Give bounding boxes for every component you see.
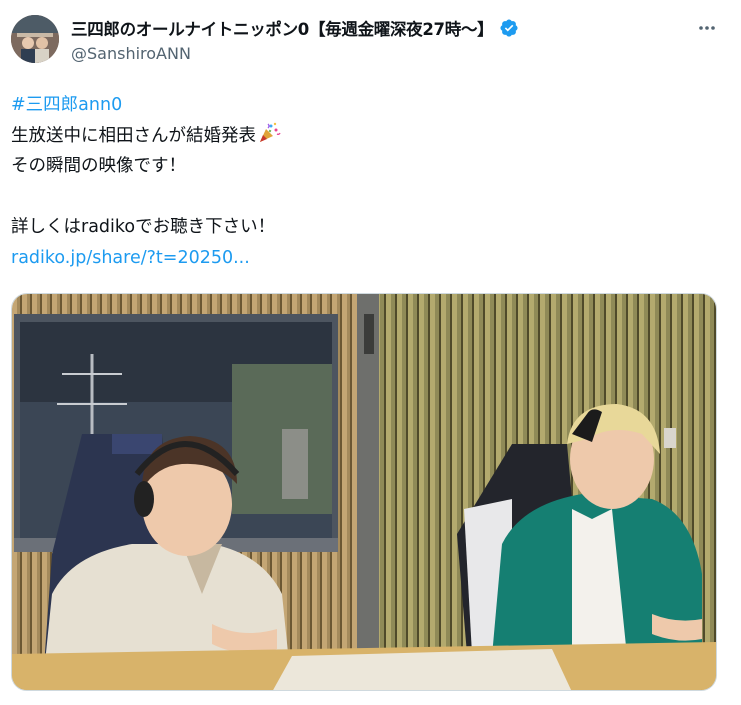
avatar-image	[11, 15, 59, 63]
tweet-line-1: 生放送中に相田さんが結婚発表	[11, 125, 256, 146]
verified-badge-icon	[499, 18, 519, 38]
tweet-line-2: その瞬間の映像です！	[11, 156, 186, 176]
studio-photo	[12, 294, 716, 690]
more-options-button[interactable]	[693, 14, 721, 42]
author-display-name[interactable]: 三四郎のオールナイトニッポン0【毎週金曜深夜27時〜】	[71, 16, 494, 40]
tweet-media-photo[interactable]	[11, 293, 717, 691]
more-dots-icon	[699, 26, 715, 30]
hashtag-link[interactable]: #三四郎ann0	[11, 95, 122, 115]
author-avatar[interactable]	[11, 15, 59, 63]
tweet-body: #三四郎ann0 生放送中に相田さんが結婚発表 その瞬間の映像です！ 詳しくはr…	[11, 90, 711, 273]
author-handle[interactable]: @SanshiroANN	[71, 44, 191, 63]
radiko-link[interactable]: radiko.jp/share/?t=20250...	[11, 248, 250, 268]
tweet-line-3: 詳しくはradikoでお聴き下さい！	[11, 217, 276, 237]
party-popper-icon	[257, 121, 281, 145]
